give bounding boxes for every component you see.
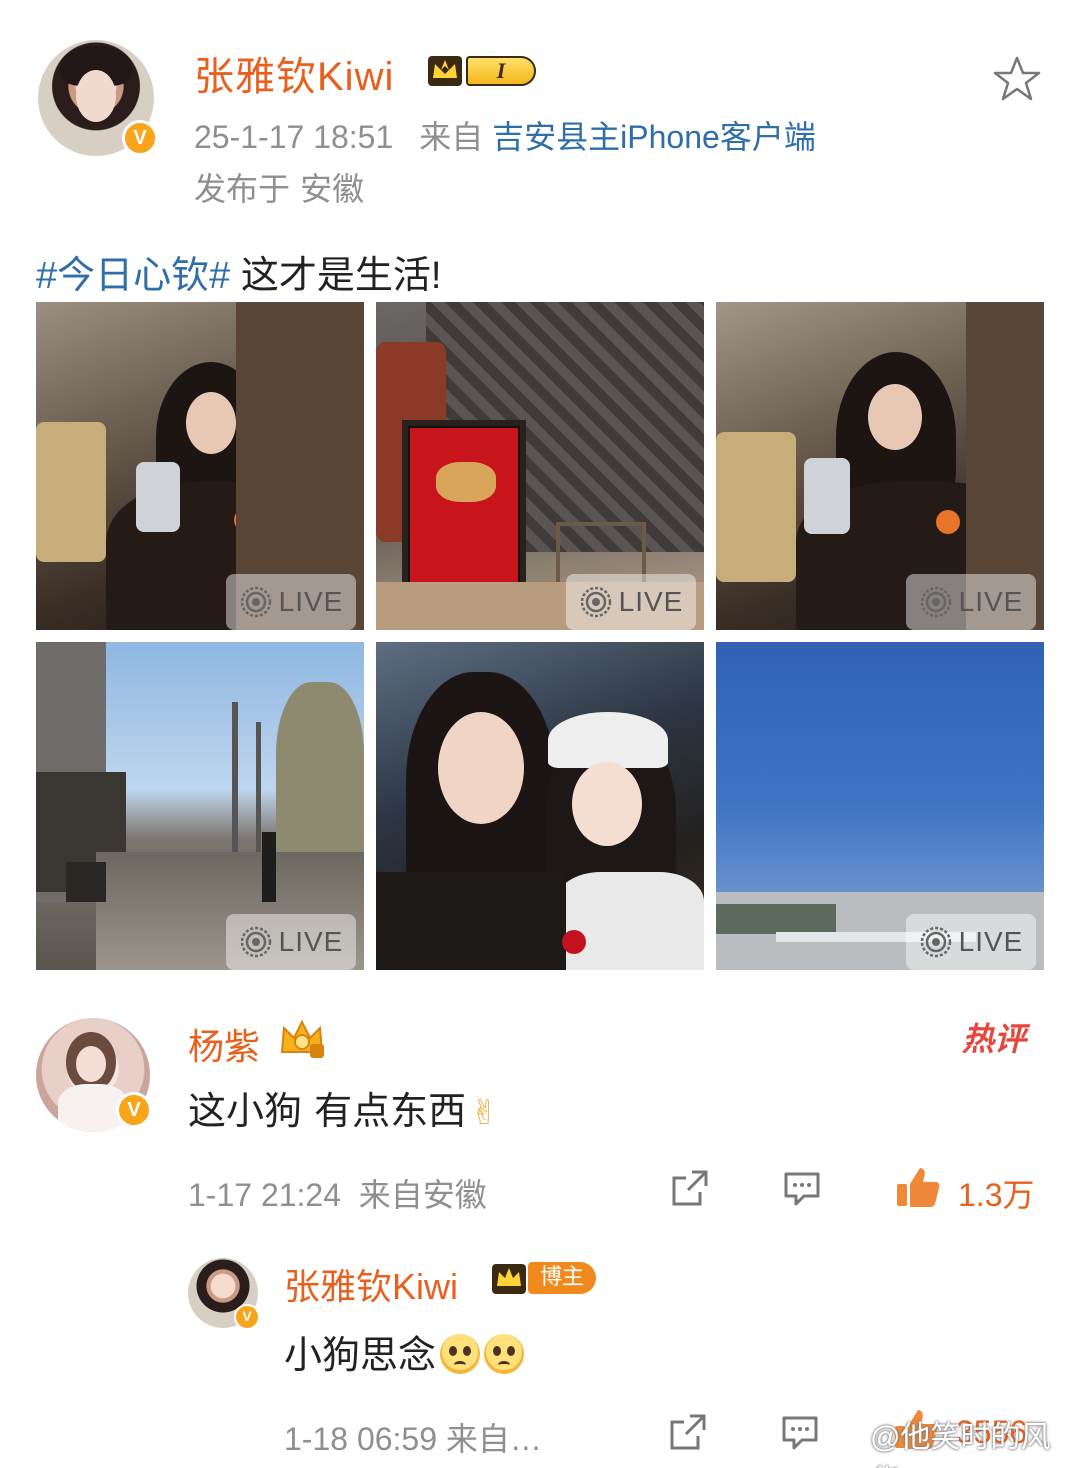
live-photo-icon xyxy=(580,586,611,618)
photo-4[interactable]: LIVE xyxy=(36,642,364,970)
photo-shape xyxy=(438,712,524,824)
reply-text: 小狗思念 xyxy=(284,1324,525,1379)
share-icon[interactable] xyxy=(670,1168,710,1208)
photo-shape xyxy=(936,510,960,534)
comment-location: 来自安徽 xyxy=(358,1177,487,1213)
post-time: 25-1-17 18:51 xyxy=(194,119,394,155)
live-label: LIVE xyxy=(958,926,1024,957)
photo-shape xyxy=(262,832,276,902)
reply-meta: 1-18 06:59 来自… xyxy=(284,1414,542,1460)
crown-icon xyxy=(492,1264,526,1294)
photo-shape xyxy=(572,762,642,846)
post-location: 发布于 安徽 xyxy=(194,170,365,208)
live-badge: LIVE xyxy=(566,574,696,630)
live-label: LIVE xyxy=(618,586,684,617)
photo-shape xyxy=(410,428,518,592)
watermark: @他笑时的风华 xyxy=(870,1421,1051,1468)
photo-shape xyxy=(804,458,850,534)
comment-text: 这小狗 有点东西 ✌ xyxy=(188,1080,499,1135)
comment-icon[interactable] xyxy=(782,1168,822,1208)
post-body: 这才是生活! xyxy=(230,255,442,297)
avatar-face-shape xyxy=(76,70,116,122)
photo-shape xyxy=(556,872,704,970)
photo-shape xyxy=(376,872,566,970)
hashtag-link[interactable]: #今日心钦# xyxy=(36,255,230,297)
photo-shape xyxy=(186,392,236,454)
reply-body: 小狗思念 xyxy=(284,1333,437,1377)
hot-comment-tag: 热评 xyxy=(962,1020,1027,1058)
photo-shape xyxy=(716,904,836,934)
post-text: #今日心钦# 这才是生活! xyxy=(36,244,441,299)
verified-v-icon: V xyxy=(122,120,158,156)
source-prefix: 来自 xyxy=(419,119,484,155)
photo-2[interactable]: LIVE xyxy=(376,302,704,630)
verified-v-icon: V xyxy=(116,1092,152,1128)
reply-location: 来自… xyxy=(445,1421,542,1457)
blogger-label: 博主 xyxy=(528,1262,596,1294)
photo-1[interactable]: LIVE xyxy=(36,302,364,630)
live-badge: LIVE xyxy=(906,914,1036,970)
photo-shape xyxy=(716,432,796,582)
comment-icon[interactable] xyxy=(780,1412,820,1452)
pleading-face-emoji xyxy=(484,1334,525,1374)
live-photo-icon xyxy=(240,926,271,958)
post-header: V 张雅钦Kiwi I 25-1-17 18:51 来自 吉安县主iPhone客户… xyxy=(0,0,1080,220)
commenter-name[interactable]: 杨紫 xyxy=(188,1018,260,1070)
reply-time: 1-18 06:59 xyxy=(284,1421,438,1457)
photo-shape xyxy=(562,930,586,954)
live-badge: LIVE xyxy=(906,574,1036,630)
author-name[interactable]: 张雅钦Kiwi xyxy=(194,44,394,102)
share-icon[interactable] xyxy=(668,1412,708,1452)
comment-meta: 1-17 21:24 来自安徽 xyxy=(188,1170,487,1216)
crown-icon xyxy=(280,1019,324,1058)
live-label: LIVE xyxy=(278,926,344,957)
live-photo-icon xyxy=(920,586,951,618)
photo-shape xyxy=(136,462,180,532)
avatar-shape xyxy=(76,1046,106,1082)
member-level-label: I xyxy=(466,56,536,86)
photo-grid: LIVE LIVE LIVE LIVE LIVE xyxy=(36,302,1044,970)
comment-body: 这小狗 有点东西 xyxy=(188,1089,467,1133)
photo-shape xyxy=(256,722,261,872)
post-meta: 25-1-17 18:51 来自 吉安县主iPhone客户端 xyxy=(194,112,816,158)
like-count: 1.3万 xyxy=(958,1177,1035,1213)
photo-6[interactable]: LIVE xyxy=(716,642,1044,970)
pleading-face-emoji xyxy=(440,1334,481,1374)
blogger-badge: 博主 xyxy=(490,1258,598,1298)
live-label: LIVE xyxy=(278,586,344,617)
victory-hand-emoji: ✌ xyxy=(470,1093,499,1133)
live-photo-icon xyxy=(920,926,951,958)
live-label: LIVE xyxy=(958,586,1024,617)
photo-5[interactable] xyxy=(376,642,704,970)
photo-3[interactable]: LIVE xyxy=(716,302,1044,630)
verified-v-icon: V xyxy=(234,1304,260,1330)
member-level-badge[interactable]: I xyxy=(426,50,538,90)
live-photo-icon xyxy=(240,586,271,618)
photo-shape xyxy=(436,462,496,502)
replier-name[interactable]: 张雅钦Kiwi xyxy=(284,1258,458,1310)
live-badge: LIVE xyxy=(226,574,356,630)
thumbs-up-icon[interactable] xyxy=(894,1164,942,1210)
photo-shape xyxy=(66,862,106,902)
comment-time: 1-17 21:24 xyxy=(188,1177,342,1213)
photo-shape xyxy=(868,384,922,450)
live-badge: LIVE xyxy=(226,914,356,970)
favorite-star-icon[interactable] xyxy=(990,54,1044,104)
photo-shape xyxy=(548,712,668,768)
photo-shape xyxy=(36,422,106,562)
photo-shape xyxy=(276,682,364,862)
crown-icon xyxy=(428,56,462,86)
post-source-link[interactable]: 吉安县主iPhone客户端 xyxy=(492,119,816,155)
